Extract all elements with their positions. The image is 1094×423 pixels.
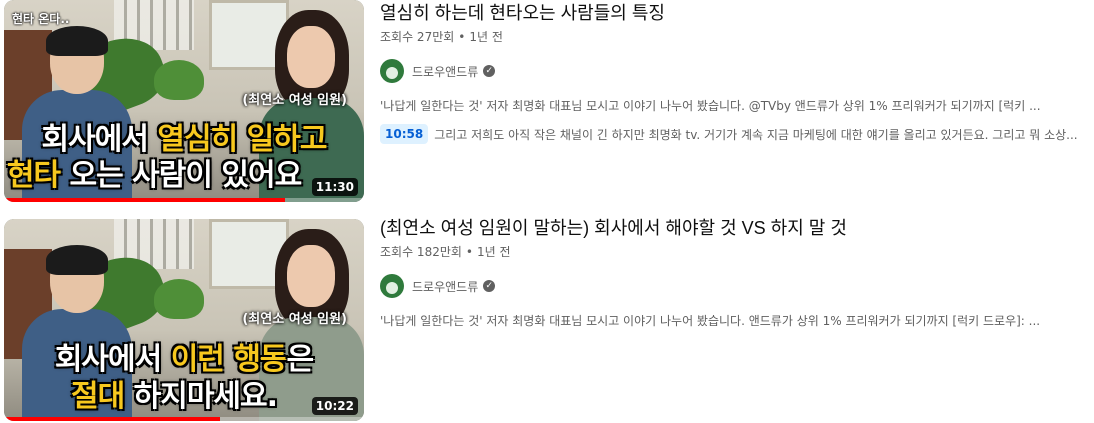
thumbnail-caption: (최연소 여성 임원)	[242, 312, 347, 327]
timestamp-chip[interactable]: 10:58	[380, 124, 429, 144]
watch-progress-bar	[4, 417, 364, 421]
watch-progress-bar	[4, 198, 364, 202]
video-title[interactable]: 열심히 하는데 현타오는 사람들의 특징	[380, 0, 1090, 26]
video-metadata: 조회수 182만회 • 1년 전	[380, 243, 1090, 260]
thumbnail-plant	[154, 279, 204, 319]
watch-progress-fill	[4, 417, 220, 421]
video-description-snippet: '나답게 일한다는 것' 저자 최명화 대표님 모시고 이야기 나누어 봤습니다…	[380, 314, 1041, 328]
channel-name[interactable]: 드로우앤드류	[412, 278, 478, 295]
video-metadata: 조회수 27만회 • 1년 전	[380, 28, 1090, 45]
duration-badge: 11:30	[311, 178, 358, 196]
verified-badge-icon: ✓	[483, 280, 496, 292]
verified-badge-icon: ✓	[483, 65, 496, 77]
upload-age: 1년 전	[477, 245, 511, 259]
video-thumbnail[interactable]: 현타 온다.. (최연소 여성 임원) 회사에서 열심히 일하고 현타 오는 사…	[4, 0, 364, 202]
key-moment-text: 그리고 저희도 아직 작은 채널이 긴 하지만 최명화 tv. 거기가 계속 지…	[434, 127, 1078, 142]
meta-separator: •	[465, 245, 473, 259]
video-thumbnail[interactable]: (최연소 여성 임원) 회사에서 이런 행동은 절대 하지마세요. 10:22	[4, 219, 364, 421]
view-count: 조회수 182만회	[380, 245, 462, 259]
key-moment[interactable]: 10:58 그리고 저희도 아직 작은 채널이 긴 하지만 최명화 tv. 거기…	[380, 124, 1090, 144]
channel-avatar[interactable]	[380, 274, 404, 298]
video-result[interactable]: 현타 온다.. (최연소 여성 임원) 회사에서 열심히 일하고 현타 오는 사…	[0, 0, 1094, 205]
upload-age: 1년 전	[469, 30, 503, 44]
video-title[interactable]: (최연소 여성 임원이 말하는) 회사에서 해야할 것 VS 하지 말 것	[380, 215, 1090, 241]
channel-name[interactable]: 드로우앤드류	[412, 63, 478, 80]
video-description-snippet: '나답게 일한다는 것' 저자 최명화 대표님 모시고 이야기 나누어 봤습니다…	[380, 99, 1041, 113]
channel-link[interactable]: 드로우앤드류 ✓	[380, 274, 1090, 298]
channel-avatar[interactable]	[380, 59, 404, 83]
thumbnail-headline-line2: 현타 오는 사람이 있어요	[6, 158, 302, 193]
video-result[interactable]: (최연소 여성 임원) 회사에서 이런 행동은 절대 하지마세요. 10:22 …	[0, 215, 1094, 423]
thumbnail-plant	[154, 60, 204, 100]
duration-badge: 10:22	[311, 397, 358, 415]
thumbnail-tag-text: 현타 온다..	[12, 12, 70, 26]
video-info: 열심히 하는데 현타오는 사람들의 특징 조회수 27만회 • 1년 전 드로우앤드…	[380, 0, 1090, 144]
watch-progress-fill	[4, 198, 285, 202]
thumbnail-caption: (최연소 여성 임원)	[242, 93, 347, 108]
view-count: 조회수 27만회	[380, 30, 455, 44]
video-info: (최연소 여성 임원이 말하는) 회사에서 해야할 것 VS 하지 말 것 조회…	[380, 215, 1090, 329]
meta-separator: •	[458, 30, 466, 44]
thumbnail-headline-line2: 절대 하지마세요.	[70, 379, 278, 414]
channel-link[interactable]: 드로우앤드류 ✓	[380, 59, 1090, 83]
